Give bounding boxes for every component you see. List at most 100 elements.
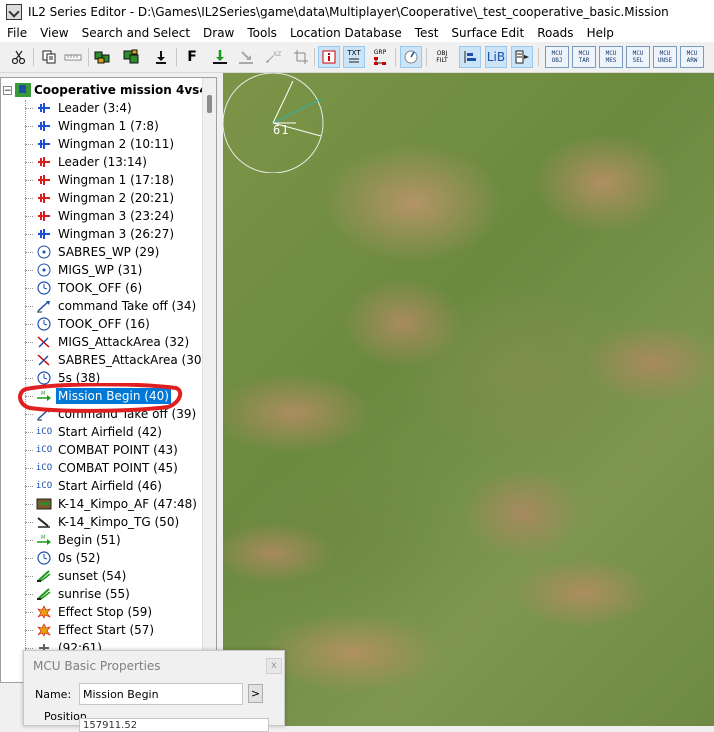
- f-button[interactable]: F: [181, 46, 203, 68]
- menu-help[interactable]: Help: [580, 26, 620, 40]
- tree-item[interactable]: iCO COMBAT POINT (45): [25, 459, 180, 477]
- tree-item[interactable]: Wingman 1 (17:18): [25, 171, 176, 189]
- cut-button[interactable]: [8, 46, 30, 68]
- toolbar-separator: [395, 48, 396, 66]
- name-go-button[interactable]: >: [248, 684, 263, 703]
- tree-item[interactable]: Wingman 2 (20:21): [25, 189, 176, 207]
- mission-tree[interactable]: − Cooperative mission 4vs4 (2) Leader (3…: [0, 77, 217, 683]
- grp-button[interactable]: GRP: [369, 46, 391, 68]
- mcu-mes-button[interactable]: MCU MES: [599, 46, 623, 68]
- mcu-obj-button[interactable]: MCU OBJ: [545, 46, 569, 68]
- align-button[interactable]: [459, 46, 481, 68]
- menu-surface-edit[interactable]: Surface Edit: [444, 26, 530, 40]
- position-field[interactable]: 157911.52: [79, 718, 269, 732]
- map-view[interactable]: 61: [223, 73, 714, 726]
- tree-item-label: Wingman 1 (7:8): [58, 119, 159, 133]
- obj-filt-bottom: FILT: [436, 57, 448, 64]
- xz-button[interactable]: XZ: [262, 46, 284, 68]
- menu-test[interactable]: Test: [408, 26, 445, 40]
- menu-location-database[interactable]: Location Database: [283, 26, 408, 40]
- name-label: Name:: [35, 688, 72, 701]
- tree-item[interactable]: iCO COMBAT POINT (43): [25, 441, 180, 459]
- tree-connector: [25, 557, 33, 559]
- crop-button[interactable]: [290, 46, 312, 68]
- mcu-arw-button[interactable]: MCU ARW: [680, 46, 704, 68]
- tree-item[interactable]: sunrise (55): [25, 585, 132, 603]
- name-field[interactable]: [79, 683, 243, 705]
- tree-item-label: Start Airfield (42): [58, 425, 162, 439]
- library-button[interactable]: LiB: [485, 46, 507, 68]
- mcu-sel-button[interactable]: MCU SEL: [626, 46, 650, 68]
- tree-item[interactable]: SABRES_WP (29): [25, 243, 161, 261]
- tree-item[interactable]: Leader (13:14): [25, 153, 149, 171]
- tree-scrollbar-thumb[interactable]: [207, 95, 212, 113]
- ruler-button[interactable]: [62, 46, 84, 68]
- mcu-unse-button[interactable]: MCU UNSE: [653, 46, 677, 68]
- ground-drop-button[interactable]: [209, 46, 231, 68]
- collapse-icon[interactable]: −: [3, 85, 12, 95]
- toolbar: F XZ TXT GRP OBJ FILT LiB MCU OBJ MCU TAR …: [0, 42, 714, 73]
- close-button[interactable]: x: [266, 658, 282, 674]
- tree-item[interactable]: M Begin (51): [25, 531, 123, 549]
- tree-item[interactable]: TOOK_OFF (16): [25, 315, 152, 333]
- compass-button[interactable]: [400, 46, 422, 68]
- obj-filter-button[interactable]: OBJ FILT: [431, 46, 453, 68]
- tree-connector: [25, 593, 33, 595]
- tree-item[interactable]: Wingman 1 (7:8): [25, 117, 161, 135]
- menu-file[interactable]: File: [0, 26, 33, 40]
- tree-item[interactable]: TOOK_OFF (6): [25, 279, 144, 297]
- takeoff-icon: [36, 298, 52, 314]
- menu-roads[interactable]: Roads: [530, 26, 579, 40]
- mission-begin-icon: M: [36, 532, 52, 548]
- properties-panel-button[interactable]: [511, 46, 533, 68]
- tree-connector: [25, 377, 33, 379]
- tree-item[interactable]: MIGS_WP (31): [25, 261, 144, 279]
- tree-item[interactable]: iCO Start Airfield (46): [25, 477, 164, 495]
- tree-item[interactable]: K-14_Kimpo_TG (50): [25, 513, 181, 531]
- tree-connector: [25, 629, 33, 631]
- txt-button[interactable]: TXT: [343, 46, 365, 68]
- svg-text:M: M: [41, 535, 45, 541]
- tree-item[interactable]: Wingman 2 (10:11): [25, 135, 176, 153]
- mcu-tar-top: MCU: [578, 50, 590, 57]
- menu-draw[interactable]: Draw: [196, 26, 240, 40]
- menu-bar: File View Search and Select Draw Tools L…: [0, 24, 714, 42]
- disabled-drop-button[interactable]: [235, 46, 257, 68]
- info-button[interactable]: [318, 46, 340, 68]
- tree-item-label: COMBAT POINT (43): [58, 443, 178, 457]
- group-objects-2-button[interactable]: [120, 46, 142, 68]
- tree-item[interactable]: Wingman 3 (23:24): [25, 207, 176, 225]
- mcu-tar-button[interactable]: MCU TAR: [572, 46, 596, 68]
- ico-icon: iCO: [35, 463, 53, 473]
- tree-item[interactable]: sunset (54): [25, 567, 128, 585]
- tree-item[interactable]: MIGS_AttackArea (32): [25, 333, 191, 351]
- menu-view[interactable]: View: [33, 26, 74, 40]
- tree-item[interactable]: command Take off (34): [25, 297, 198, 315]
- tree-item[interactable]: 0s (52): [25, 549, 102, 567]
- menu-tools[interactable]: Tools: [240, 26, 283, 40]
- tree-item[interactable]: Wingman 3 (26:27): [25, 225, 176, 243]
- tree-connector: [25, 359, 33, 361]
- tree-item-label: TOOK_OFF (6): [58, 281, 143, 295]
- ico-icon: iCO: [35, 427, 53, 437]
- tree-item[interactable]: K-14_Kimpo_AF (47:48): [25, 495, 199, 513]
- group-objects-button[interactable]: [92, 46, 114, 68]
- tree-item[interactable]: Effect Start (57): [25, 621, 156, 639]
- timer-icon: [36, 316, 52, 332]
- tree-item-label: Begin (51): [58, 533, 121, 547]
- drop-button[interactable]: [150, 46, 172, 68]
- tree-connector: [25, 647, 33, 649]
- attack-icon: [36, 334, 52, 350]
- tree-connector: [25, 575, 33, 577]
- tree-item[interactable]: SABRES_AttackArea (30): [25, 351, 208, 369]
- mcu-mes-top: MCU: [605, 50, 617, 57]
- copy-button[interactable]: [38, 46, 60, 68]
- tree-item[interactable]: Leader (3:4): [25, 99, 134, 117]
- tree-item[interactable]: iCO Start Airfield (42): [25, 423, 164, 441]
- menu-search-and-select[interactable]: Search and Select: [75, 26, 196, 40]
- tree-item[interactable]: Effect Stop (59): [25, 603, 154, 621]
- blue-plane-icon: [36, 136, 52, 152]
- tree-scrollbar[interactable]: [202, 78, 216, 682]
- tree-root[interactable]: − Cooperative mission 4vs4 (2): [3, 81, 216, 99]
- tree-item-label: sunrise (55): [58, 587, 130, 601]
